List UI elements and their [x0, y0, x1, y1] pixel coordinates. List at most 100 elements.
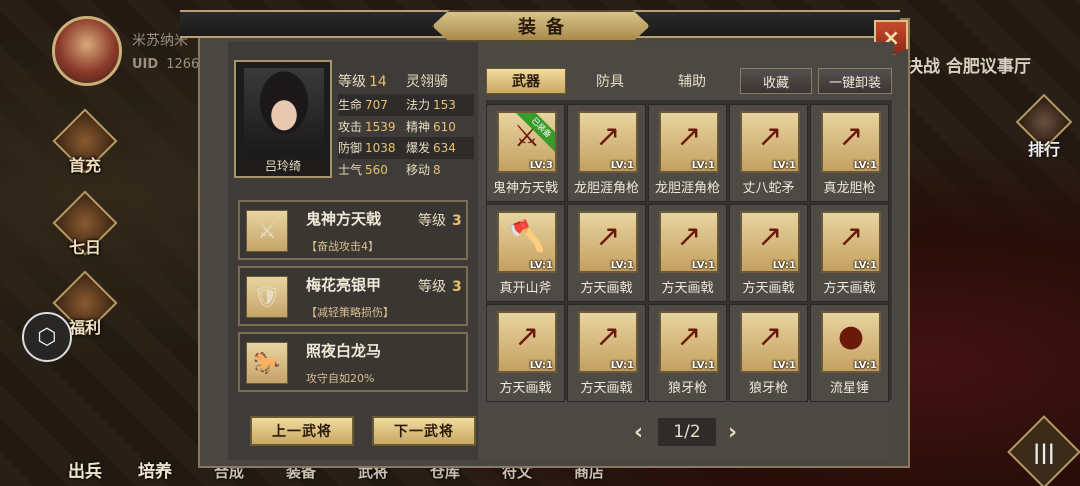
item-level: LV:1 — [772, 160, 796, 171]
equipped-level-value: 3 — [452, 213, 462, 229]
item-cell[interactable]: ↗ LV:1 狼牙枪 — [648, 304, 727, 402]
page-prev-button[interactable]: ‹ — [634, 420, 643, 445]
item-name: 方天画戟 — [580, 281, 633, 296]
level-label: 等级 — [338, 74, 366, 90]
item-cell[interactable]: ↗ LV:1 方天画戟 — [567, 204, 646, 302]
unit-type: 灵翎骑 — [406, 74, 448, 90]
equipped-item-level: 等级 3 — [418, 276, 462, 296]
item-cell[interactable]: ↗ LV:1 方天画戟 — [567, 304, 646, 402]
equipped-mount-slot[interactable]: 🐎 照夜白龙马 攻守自如20% — [238, 332, 468, 392]
dialog-title-plate: 装备 — [432, 10, 650, 42]
equipped-item-effect: 【奋战攻击4】 — [306, 240, 379, 253]
item-icon-box: ● LV:1 — [821, 311, 881, 373]
halberd-icon: ⚔ — [246, 210, 288, 252]
item-cell[interactable]: 🪓 LV:1 真开山斧 — [486, 204, 565, 302]
item-icon-box: ↗ LV:1 — [740, 111, 800, 173]
stat-key: 移动 — [406, 162, 431, 177]
halberd-icon: ↗ — [595, 319, 621, 354]
stat-value: 634 — [433, 141, 456, 156]
item-name: 狼牙枪 — [748, 381, 788, 396]
equipped-level-label: 等级 — [418, 213, 446, 229]
item-name: 方天画戟 — [580, 381, 633, 396]
equipped-item-name: 鬼神方天戟 — [306, 210, 382, 228]
item-icon-box: ↗ LV:1 — [659, 111, 719, 173]
stat-cell: 移动 8 — [406, 161, 474, 178]
item-level: LV:3 — [529, 160, 553, 171]
rank-label: 排行 — [1027, 140, 1060, 159]
tab-armor[interactable]: 防具 — [572, 68, 648, 94]
player-avatar[interactable] — [52, 16, 122, 86]
item-cell[interactable]: ● LV:1 流星锤 — [810, 304, 889, 402]
stat-cell: 灵翎骑 — [406, 71, 474, 91]
equipped-armor-slot[interactable]: 🛡 梅花亮银甲 等级 3 【减轻策略损伤】 — [238, 266, 468, 326]
halberd-icon: ↗ — [676, 219, 702, 254]
item-icon-box: ↗ LV:1 — [740, 211, 800, 273]
item-icon-box: ↗ LV:1 — [578, 211, 638, 273]
side-menu-seven-day[interactable]: 七日 — [50, 190, 120, 270]
stat-key: 士气 — [338, 162, 363, 177]
item-cell[interactable]: ↗ LV:1 方天画戟 — [729, 204, 808, 302]
page-next-button[interactable]: › — [728, 420, 737, 445]
stat-value: 707 — [365, 98, 388, 113]
general-portrait: 吕玲绮 — [234, 60, 332, 178]
item-name: 方天画戟 — [661, 281, 714, 296]
stat-cell: 精神 610 — [406, 118, 474, 135]
spear-icon: ↗ — [676, 119, 702, 154]
side-menu-first-recharge[interactable]: 首充 — [50, 108, 120, 188]
item-level: LV:1 — [610, 260, 634, 271]
item-icon-box: ↗ LV:1 — [659, 211, 719, 273]
stat-value: 1539 — [365, 119, 396, 134]
stat-key: 爆发 — [406, 141, 431, 156]
item-level: LV:1 — [529, 260, 553, 271]
stat-row: 攻击 1539 精神 610 — [338, 116, 474, 138]
cube-menu-button[interactable]: ⬡ — [22, 312, 72, 362]
dialog-title: 装备 — [518, 17, 574, 38]
item-cell[interactable]: ⚔ 已装备 LV:3 鬼神方天戟 — [486, 104, 565, 202]
tab-weapon[interactable]: 武器 — [486, 68, 566, 94]
stat-row: 士气 560 移动 8 — [338, 159, 474, 181]
prev-general-button[interactable]: 上一武将 — [250, 416, 354, 446]
equipped-level-value: 3 — [452, 279, 462, 295]
item-level: LV:1 — [853, 360, 877, 371]
spear-icon: ↗ — [838, 119, 864, 154]
item-icon-box: ↗ LV:1 — [659, 311, 719, 373]
rank-button[interactable]: 排行 — [1015, 93, 1073, 166]
item-level: LV:1 — [691, 260, 715, 271]
stat-value: 610 — [433, 119, 456, 134]
halberd-icon: ↗ — [514, 319, 540, 354]
item-cell[interactable]: ↗ LV:1 方天画戟 — [486, 304, 565, 402]
stat-cell: 爆发 634 — [406, 139, 474, 156]
equipped-item-effect: 【减轻策略损伤】 — [306, 306, 394, 319]
item-cell[interactable]: ↗ LV:1 方天画戟 — [810, 204, 889, 302]
item-cell[interactable]: ↗ LV:1 龙胆涯角枪 — [648, 104, 727, 202]
location-title: 决战 合肥议事厅 — [906, 57, 1031, 77]
equipped-item-level: 等级 3 — [418, 210, 462, 230]
item-cell[interactable]: ↗ LV:1 狼牙枪 — [729, 304, 808, 402]
item-name: 鬼神方天戟 — [492, 181, 558, 196]
stat-key: 法力 — [406, 98, 431, 113]
item-cell[interactable]: ↗ LV:1 龙胆涯角枪 — [567, 104, 646, 202]
nav-item-dispatch[interactable]: 出兵 — [68, 457, 102, 482]
stat-row: 防御 1038 爆发 634 — [338, 137, 474, 159]
stat-cell: 生命 707 — [338, 96, 406, 113]
stat-cell: 攻击 1539 — [338, 118, 406, 135]
stat-cell: 防御 1038 — [338, 139, 406, 156]
equipped-item-name: 梅花亮银甲 — [306, 276, 382, 294]
page-indicator: 1/2 — [658, 418, 716, 446]
equipped-weapon-slot[interactable]: ⚔ 鬼神方天戟 等级 3 【奋战攻击4】 — [238, 200, 468, 260]
spear-icon: ↗ — [757, 319, 783, 354]
unequip-all-button[interactable]: 一键卸装 — [818, 68, 892, 94]
next-general-button[interactable]: 下一武将 — [372, 416, 476, 446]
nav-item-train[interactable]: 培养 — [138, 457, 172, 482]
item-cell[interactable]: ↗ LV:1 真龙胆枪 — [810, 104, 889, 202]
stat-key: 精神 — [406, 119, 431, 134]
item-cell[interactable]: ↗ LV:1 丈八蛇矛 — [729, 104, 808, 202]
item-level: LV:1 — [691, 160, 715, 171]
cube-icon: ⬡ — [37, 324, 57, 350]
general-name: 吕玲绮 — [264, 159, 301, 173]
tab-auxiliary[interactable]: 辅助 — [654, 68, 730, 94]
favorite-button[interactable]: 收藏 — [740, 68, 812, 94]
item-name: 龙胆涯角枪 — [573, 181, 639, 196]
item-cell[interactable]: ↗ LV:1 方天画戟 — [648, 204, 727, 302]
stat-key: 攻击 — [338, 119, 363, 134]
